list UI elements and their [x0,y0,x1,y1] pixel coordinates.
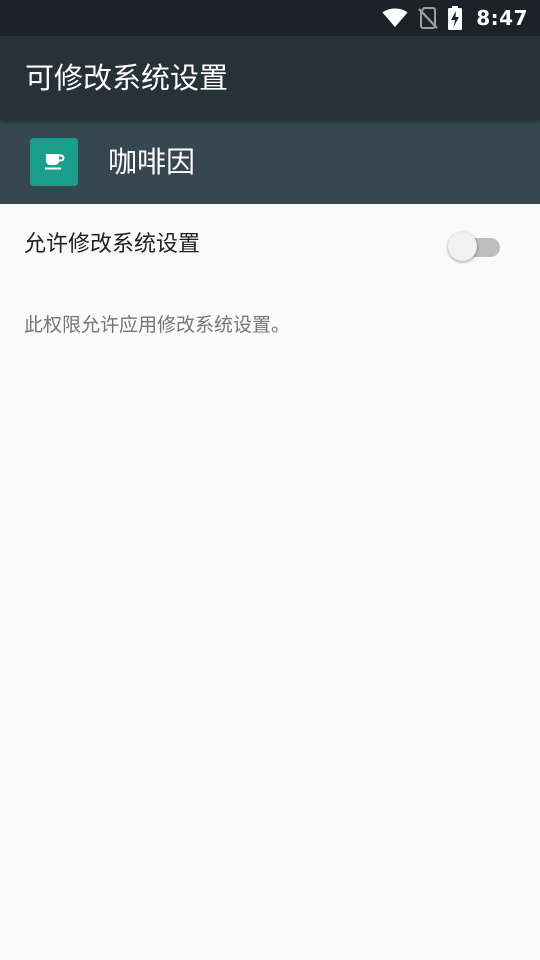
toggle-thumb [448,232,477,261]
permission-summary: 此权限允许应用修改系统设置。 [24,314,291,336]
allow-modify-toggle[interactable] [448,230,504,261]
no-sim-icon [418,7,439,29]
status-bar: 8:47 [0,0,540,36]
allow-modify-settings-row[interactable]: 允许修改系统设置 [0,204,540,286]
status-time: 8:47 [476,6,528,30]
settings-content: 允许修改系统设置 此权限允许应用修改系统设置。 [0,204,540,960]
app-name: 咖啡因 [108,145,196,179]
setting-title: 允许修改系统设置 [24,232,201,257]
coffee-cup-icon [30,138,78,186]
wifi-icon [382,8,408,28]
app-header: 咖啡因 [0,120,540,204]
app-bar: 可修改系统设置 [0,36,540,120]
battery-charging-icon [448,6,463,30]
status-icons: 8:47 [382,0,528,36]
page-title: 可修改系统设置 [25,61,229,95]
